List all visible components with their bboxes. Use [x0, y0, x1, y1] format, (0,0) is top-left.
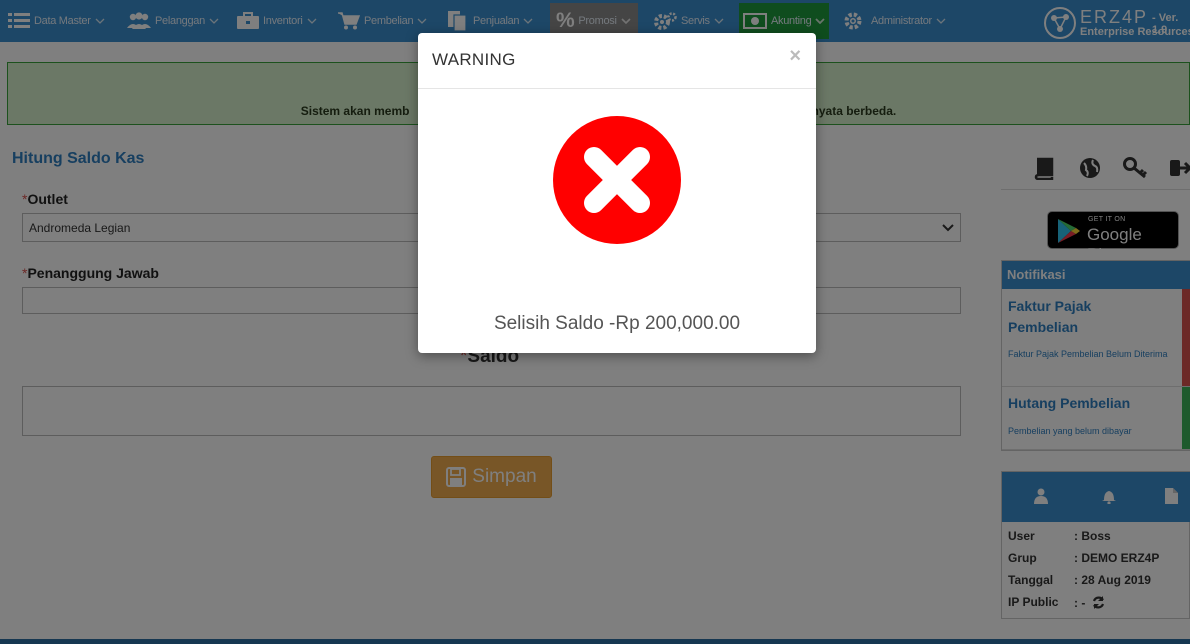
- close-button[interactable]: ×: [789, 45, 801, 68]
- modal-divider: [418, 88, 816, 89]
- modal-title: WARNING: [432, 50, 516, 69]
- modal-message: Selisih Saldo -Rp 200,000.00: [493, 313, 741, 334]
- error-x-icon: [552, 115, 682, 248]
- warning-modal: WARNING × Selisih Saldo -Rp 200,000.00: [418, 33, 816, 353]
